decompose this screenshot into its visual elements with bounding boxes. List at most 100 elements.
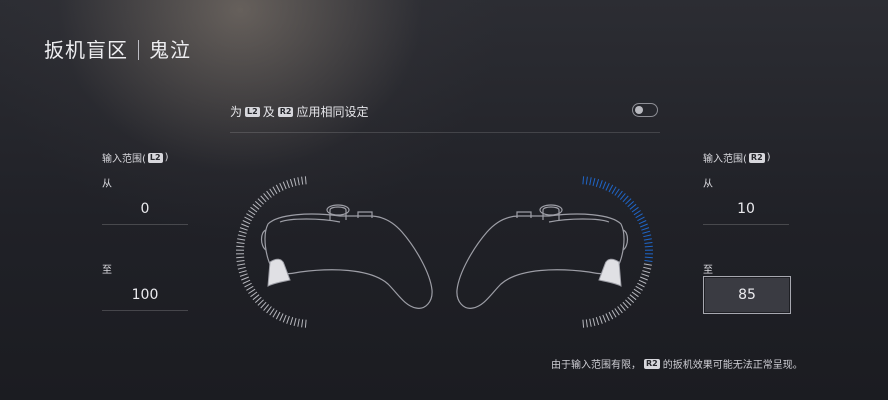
range-tick [585, 319, 588, 328]
range-tick [254, 296, 262, 303]
range-tick [293, 177, 297, 187]
range-tick [614, 308, 620, 316]
range-tick [582, 319, 585, 328]
left-controller-outline [260, 204, 433, 309]
right-trigger-highlight [598, 258, 622, 287]
range-tick-active [585, 176, 588, 185]
range-tick [289, 178, 294, 187]
range-tick-active [602, 181, 607, 190]
left-to-field[interactable]: 100 [102, 280, 188, 311]
range-tick [272, 310, 278, 318]
range-tick [619, 304, 626, 311]
range-tick [241, 223, 249, 228]
range-tick [239, 273, 248, 277]
range-tick-active [619, 193, 626, 200]
range-tick [246, 213, 254, 219]
range-tick [238, 230, 247, 234]
range-tick [237, 234, 246, 238]
range-tick-active [605, 182, 610, 191]
right-trigger-panel: 输入范围( R2 ) 从 10 至 85 [703, 150, 791, 320]
range-tick [643, 266, 652, 270]
range-tick [617, 306, 623, 314]
range-tick-active [629, 203, 637, 210]
range-tick-active [641, 227, 650, 231]
range-tick [250, 291, 258, 298]
right-range-header: 输入范围( R2 ) [703, 150, 789, 165]
left-from-field[interactable]: 0 [102, 194, 188, 225]
range-tick [286, 180, 290, 189]
range-tick [246, 285, 254, 291]
range-tick [599, 315, 603, 324]
toggle-label-connector: 及 [262, 105, 275, 119]
range-tick [275, 184, 281, 193]
range-tick-active [611, 186, 617, 194]
same-setting-toggle-row[interactable]: 为 L2 及 R2 应用相同设定 [230, 100, 660, 133]
range-tick [633, 288, 641, 294]
right-to-field[interactable]: 85 [703, 276, 791, 314]
right-to-label: 至 [703, 265, 713, 276]
range-tick [260, 195, 267, 203]
range-tick-active [644, 242, 653, 244]
range-tick [248, 210, 256, 216]
range-tick [244, 282, 252, 288]
range-tick [236, 256, 245, 259]
range-tick [275, 311, 281, 320]
range-tick-active [635, 213, 643, 219]
range-tick-active [644, 256, 653, 259]
range-tick-active [622, 195, 629, 203]
range-tick-active [614, 188, 620, 196]
right-range-header-close: ) [766, 152, 771, 163]
range-tick [643, 263, 652, 266]
range-tick [611, 310, 617, 318]
apply-same-toggle-switch[interactable] [632, 103, 658, 117]
right-from-label: 从 [703, 179, 713, 190]
range-tick [629, 294, 637, 301]
toggle-knob [635, 106, 643, 114]
range-tick [279, 313, 284, 322]
range-tick [254, 201, 262, 208]
range-tick [237, 238, 246, 241]
range-tick [263, 304, 270, 311]
left-trigger-panel: 输入范围( L2 ) 从 0 至 100 [102, 150, 188, 320]
range-tick [242, 220, 251, 225]
range-tick [238, 270, 247, 274]
range-tick [272, 186, 278, 194]
range-tick [257, 299, 264, 306]
range-tick-active [637, 216, 645, 222]
range-tick [635, 285, 643, 291]
note-prefix: 由于输入范围有限， [551, 360, 641, 371]
range-tick [608, 311, 614, 320]
range-tick [304, 319, 307, 328]
range-warning-note: 由于输入范围有限， R2 的扳机效果可能无法正常呈现。 [551, 356, 803, 371]
range-tick-active [638, 220, 647, 225]
range-tick [269, 188, 275, 196]
range-tick [595, 317, 600, 326]
range-tick-active [625, 198, 632, 205]
toggle-label-suffix: 应用相同设定 [296, 105, 369, 119]
range-tick-active [589, 177, 592, 186]
range-tick-active [627, 201, 635, 208]
range-tick [282, 181, 287, 190]
range-tick-active [633, 210, 641, 216]
range-tick-active [608, 184, 614, 193]
left-controller-illustration [235, 176, 433, 328]
range-tick [297, 177, 300, 186]
range-tick [631, 291, 639, 298]
range-tick [269, 308, 275, 316]
left-range-header-text: 输入范围( [102, 154, 146, 165]
range-tick [263, 193, 270, 200]
range-tick [250, 206, 258, 213]
range-tick [242, 279, 251, 284]
range-tick [640, 276, 648, 281]
range-tick [625, 299, 632, 306]
range-tick [286, 315, 290, 324]
toggle-label: 为 L2 及 R2 应用相同设定 [230, 103, 368, 120]
range-tick-active [617, 190, 623, 198]
range-tick [279, 182, 284, 191]
range-tick [589, 318, 592, 327]
range-tick [266, 306, 272, 314]
right-from-field[interactable]: 10 [703, 194, 789, 225]
range-tick [642, 270, 651, 274]
range-tick-active [640, 223, 648, 228]
title-section: 扳机盲区 [44, 38, 128, 62]
